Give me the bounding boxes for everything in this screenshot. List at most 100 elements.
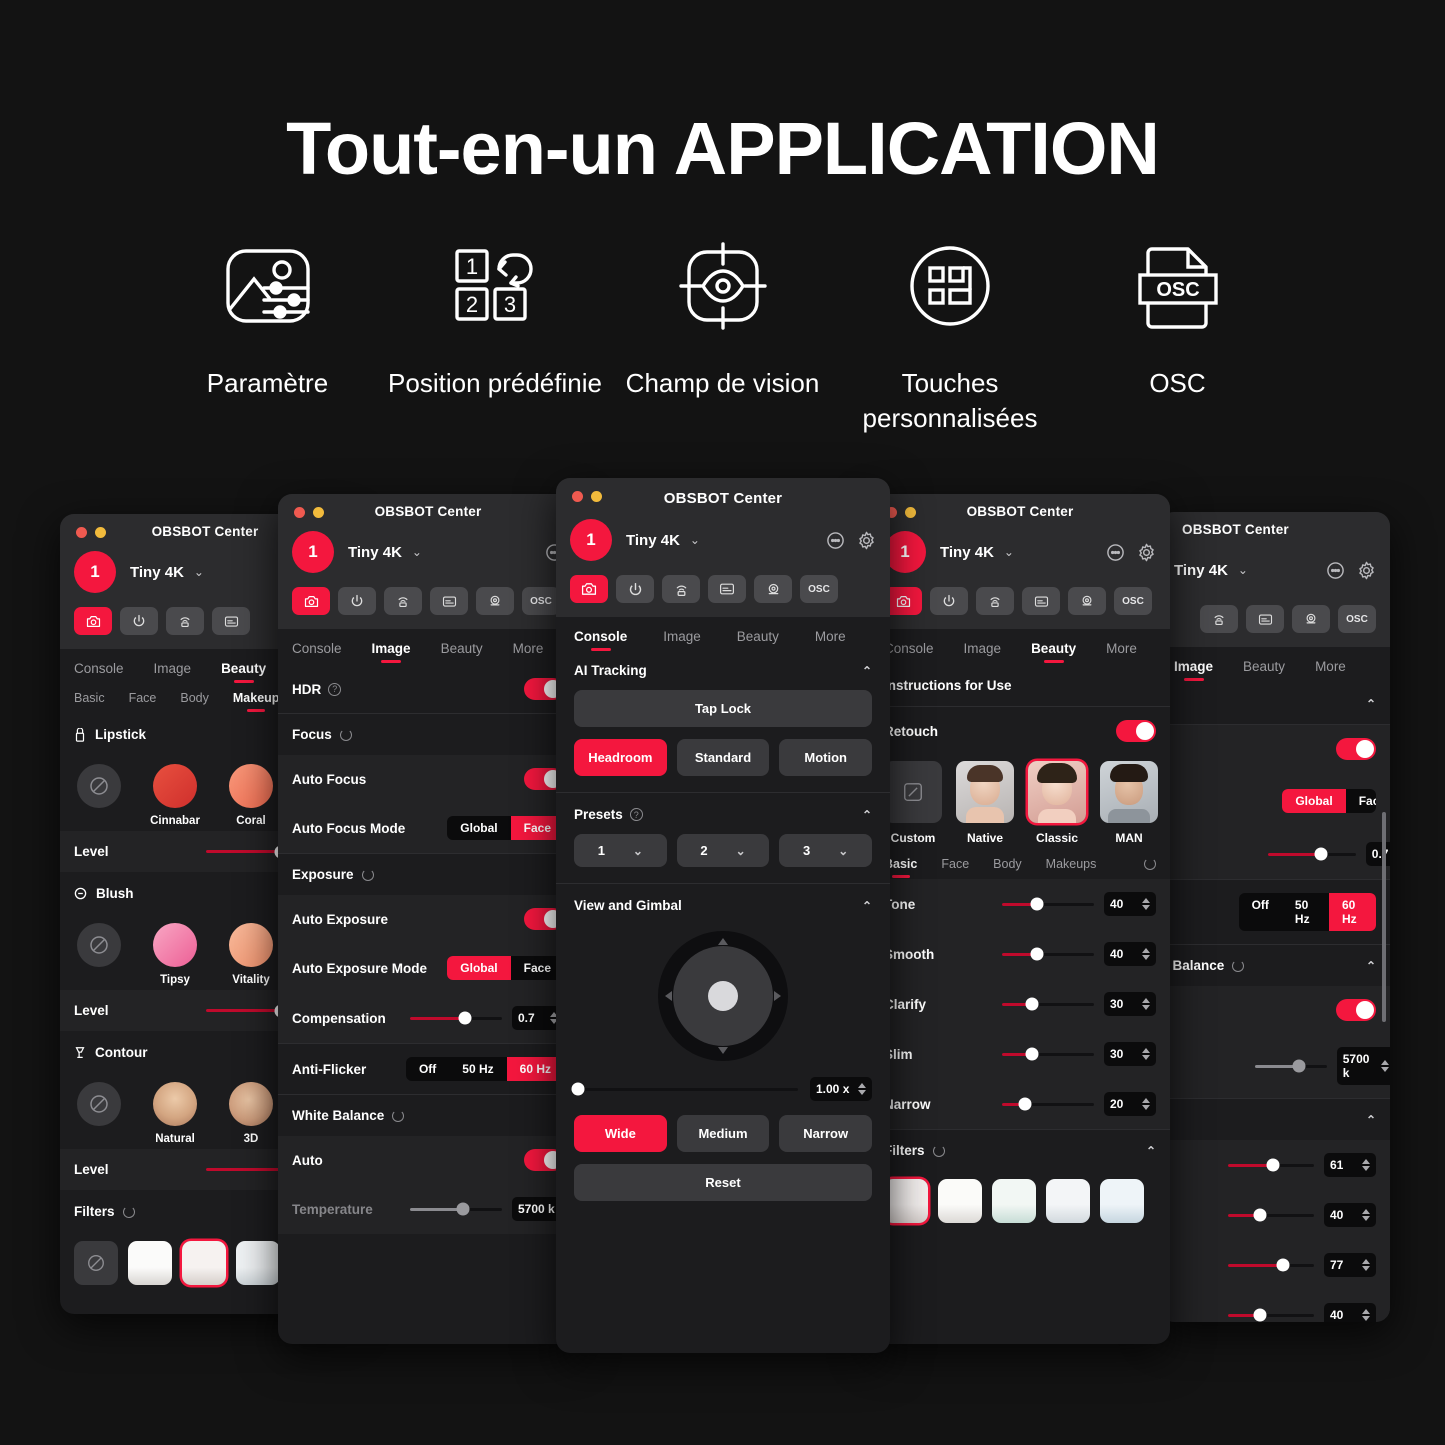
tracking-mode-group[interactable]: Headroom Standard Motion	[574, 739, 873, 776]
chevron-down-icon[interactable]: ⌄	[1238, 563, 1248, 577]
window-image-left[interactable]: OBSBOT Center 1 Tiny 4K ⌄ OSC Console Im…	[278, 494, 578, 1344]
chevron-up-icon[interactable]: ⌃	[862, 899, 872, 913]
minimize-icon[interactable]	[591, 491, 602, 502]
minimize-icon[interactable]	[95, 527, 106, 538]
slim-slider[interactable]: 30	[1002, 1042, 1156, 1066]
beauty-preset-cards[interactable]: Custom Native Classic MAN	[870, 755, 1170, 851]
header-actions[interactable]	[1106, 543, 1156, 562]
preset-custom[interactable]: Custom	[884, 761, 942, 845]
mode-standard[interactable]: Standard	[676, 739, 770, 776]
tab-beauty[interactable]: Beauty	[441, 641, 483, 665]
segment-face[interactable]: Face	[1346, 789, 1376, 813]
chevron-up-icon[interactable]: ⌃	[862, 664, 872, 678]
chevron-up-icon[interactable]: ⌃	[862, 808, 872, 822]
header-actions[interactable]	[1326, 561, 1376, 580]
row-hdr[interactable]: HDR ?	[278, 665, 578, 713]
clarify-slider[interactable]: 30	[1002, 992, 1156, 1016]
subtab-bar[interactable]: Basic Face Body Makeups	[870, 851, 1170, 879]
wifi-device-icon[interactable]	[166, 607, 204, 635]
traffic-lights[interactable]	[886, 507, 916, 518]
tab-beauty[interactable]: Beauty	[221, 661, 266, 685]
swatch-natural[interactable]: Natural	[150, 1082, 200, 1145]
webcam-icon[interactable]	[1068, 587, 1106, 615]
tab-console[interactable]: Console	[292, 641, 342, 665]
window-beauty-presets[interactable]: OBSBOT Center 1 Tiny 4K ⌄ OSC Console Im…	[870, 494, 1170, 1344]
row-instructions[interactable]: Instructions for Use	[870, 665, 1170, 706]
row-temperature[interactable]: Temperature 5700 k	[1160, 1034, 1390, 1098]
scrollbar[interactable]	[1382, 812, 1386, 1022]
tab-image[interactable]: Image	[154, 661, 192, 685]
help-chat-icon[interactable]	[826, 531, 845, 550]
minimize-icon[interactable]	[905, 507, 916, 518]
chevron-down-icon[interactable]: ⌄	[838, 844, 848, 858]
power-icon[interactable]	[616, 575, 654, 603]
row-anti-flicker[interactable]: Anti-Flicker Off 50 Hz 60 Hz	[278, 1044, 578, 1094]
row-auto-focus[interactable]: Auto Focus	[278, 755, 578, 803]
gimbal-dpad[interactable]	[658, 931, 788, 1061]
row-auto-wb[interactable]: Auto	[278, 1136, 578, 1184]
window-image-right[interactable]: OBSBOT Center Tiny 4K ⌄ OSC Image Beauty…	[1160, 512, 1390, 1322]
adjust-value-3[interactable]: 77	[1324, 1253, 1376, 1277]
chevron-up-icon[interactable]: ⌃	[1366, 697, 1376, 711]
tab-console[interactable]: Console	[884, 641, 934, 665]
wifi-device-icon[interactable]	[662, 575, 700, 603]
traffic-lights[interactable]	[572, 491, 602, 502]
stepper-icon[interactable]	[1142, 1048, 1150, 1060]
row-auto-exposure-mode[interactable]: Auto Exposure Mode Global Face	[1160, 773, 1390, 829]
wifi-device-icon[interactable]	[1200, 605, 1238, 633]
subtab-face[interactable]: Face	[941, 857, 969, 879]
row-auto-focus-mode[interactable]: Auto Focus Mode Global Face	[278, 803, 578, 853]
auto-exposure-toggle[interactable]	[1336, 738, 1376, 760]
help-icon[interactable]: ?	[629, 808, 643, 821]
chevron-down-icon[interactable]: ⌄	[690, 533, 700, 547]
gear-icon[interactable]	[1357, 561, 1376, 580]
narrow-slider[interactable]: 20	[1002, 1092, 1156, 1116]
row-adjust-1[interactable]: 61	[1160, 1140, 1390, 1190]
osc-button[interactable]: OSC	[800, 575, 838, 603]
preset-man[interactable]: MAN	[1100, 761, 1158, 845]
refresh-icon[interactable]	[1232, 959, 1245, 972]
row-compensation[interactable]: Compensation 0.7	[278, 993, 578, 1043]
subtab-face[interactable]: Face	[129, 691, 157, 713]
preset-group[interactable]: 1 ⌄ 2 ⌄ 3 ⌄	[574, 834, 873, 867]
adjust-slider-4[interactable]: 40	[1228, 1303, 1376, 1322]
segment-global[interactable]: Global	[1282, 789, 1346, 813]
subtab-makeup[interactable]: Makeup	[233, 691, 280, 713]
segment-off[interactable]: Off	[406, 1057, 449, 1081]
stepper-icon[interactable]	[1142, 948, 1150, 960]
subtitle-icon[interactable]	[212, 607, 250, 635]
refresh-icon[interactable]	[339, 728, 352, 741]
tone-value[interactable]: 40	[1104, 892, 1156, 916]
subtab-body[interactable]: Body	[180, 691, 209, 713]
swatch-tipsy[interactable]: Tipsy	[150, 923, 200, 986]
tab-more[interactable]: More	[1106, 641, 1137, 665]
adjust-value-2[interactable]: 40	[1324, 1203, 1376, 1227]
subtab-basic[interactable]: Basic	[74, 691, 105, 713]
filter-thumb[interactable]	[128, 1241, 172, 1285]
anti-flicker-segmented[interactable]: Off 50 Hz 60 Hz	[1238, 893, 1376, 931]
gear-icon[interactable]	[857, 531, 876, 550]
fov-group[interactable]: Wide Medium Narrow	[574, 1115, 873, 1152]
gimbal-inner[interactable]	[673, 946, 773, 1046]
tab-beauty[interactable]: Beauty	[1243, 659, 1285, 683]
tab-beauty[interactable]: Beauty	[737, 629, 779, 653]
zoom-value[interactable]: 1.00 x	[810, 1077, 872, 1101]
swatch-cinnabar[interactable]: Cinnabar	[150, 764, 200, 827]
auto-exposure-mode-segmented[interactable]: Global Face	[447, 956, 564, 980]
mode-headroom[interactable]: Headroom	[574, 739, 667, 776]
help-chat-icon[interactable]	[1326, 561, 1345, 580]
stepper-icon[interactable]	[1362, 1259, 1370, 1271]
preset-classic[interactable]: Classic	[1028, 761, 1086, 845]
gimbal-knob[interactable]	[708, 981, 738, 1011]
row-tone[interactable]: Tone 40	[870, 879, 1170, 929]
tab-beauty[interactable]: Beauty	[1031, 641, 1076, 665]
chevron-up-icon[interactable]: ⌃	[1146, 1144, 1156, 1158]
tab-image[interactable]: Image	[964, 641, 1002, 665]
row-white-balance-section[interactable]: White Balance	[278, 1095, 578, 1136]
refresh-icon[interactable]	[392, 1109, 405, 1122]
chevron-up-icon[interactable]: ⌃	[1366, 1113, 1376, 1127]
compensation-slider[interactable]: 0.7	[410, 1006, 564, 1030]
help-chat-icon[interactable]	[1106, 543, 1125, 562]
row-anti-flicker[interactable]: Anti-Flicker Off 50 Hz 60 Hz	[1160, 880, 1390, 944]
segment-60hz[interactable]: 60 Hz	[1328, 893, 1376, 931]
